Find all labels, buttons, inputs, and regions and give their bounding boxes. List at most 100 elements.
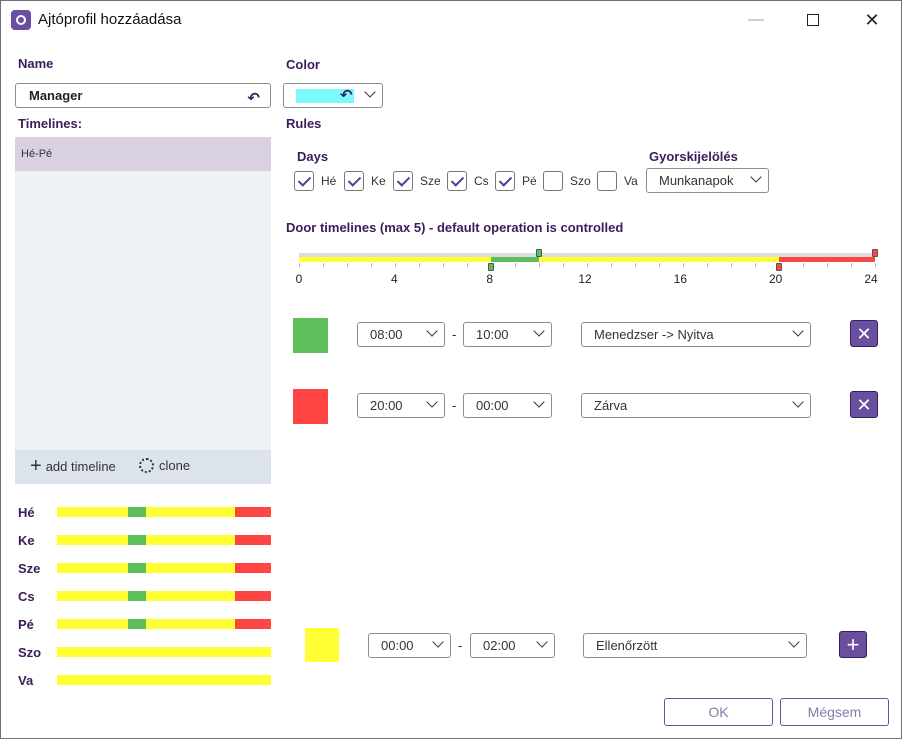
entry-from-select-value: 08:00 [370,327,403,342]
new-entry-from-select[interactable]: 00:00 [368,633,451,658]
day-bar-row: Cs [18,589,272,604]
timeline-handle[interactable] [776,263,782,271]
timeline-handle[interactable] [536,249,542,257]
name-label: Name [18,56,54,71]
day-bar-row: Pé [18,617,272,632]
checkbox-label: Va [624,174,638,188]
entry-to-select-value: 00:00 [476,398,509,413]
day-checkbox-3[interactable]: Cs [447,171,489,191]
list-item[interactable]: Hé-Pé [15,137,271,171]
day-bar-segment [128,507,147,517]
color-select[interactable]: ↶ [283,83,383,108]
day-bar [57,535,271,545]
checkbox[interactable] [495,171,515,191]
checkbox[interactable] [447,171,467,191]
day-bar-label: Pé [18,617,34,632]
day-bar-segment [128,591,147,601]
new-entry-color-swatch[interactable] [305,628,339,662]
door-timelines-label: Door timelines (max 5) - default operati… [286,220,624,235]
rules-label: Rules [286,116,322,131]
day-bar-label: Cs [18,589,35,604]
delete-entry-button[interactable]: ✕ [850,391,878,418]
day-checkbox-6[interactable]: Va [597,171,638,191]
ok-button[interactable]: OK [664,698,773,726]
add-timeline-button[interactable]: + add timeline [30,455,116,477]
day-checkbox-4[interactable]: Pé [495,171,537,191]
tick-label: 16 [673,272,688,286]
new-entry-mode-select[interactable]: Ellenőrzött [583,633,807,658]
ruler-segment [299,257,491,262]
delete-entry-button[interactable]: ✕ [850,320,878,347]
close-button[interactable]: ✕ [849,5,895,35]
maximize-button[interactable] [790,5,836,35]
chevron-down-icon [426,325,438,337]
day-bar-label: Hé [18,505,35,520]
add-entry-button[interactable]: + [839,631,867,658]
clone-label: clone [159,458,191,473]
day-checkbox-5[interactable]: Szo [543,171,591,191]
new-entry-to-select[interactable]: 02:00 [470,633,555,658]
ruler-tick [731,263,732,267]
day-bar-segment [146,507,236,517]
checkbox[interactable] [294,171,314,191]
quick-select-value: Munkanapok [659,173,734,188]
day-bar [57,591,271,601]
entry-mode-select[interactable]: Zárva [581,393,811,418]
chevron-down-icon [792,325,804,337]
clone-button[interactable]: clone [139,458,190,473]
entry-from-select[interactable]: 08:00 [357,322,445,347]
day-bar-segment [146,535,236,545]
day-checkbox-1[interactable]: Ke [344,171,386,191]
tick-label: 8 [486,272,493,286]
checkbox[interactable] [393,171,413,191]
checkbox-label: Ke [371,174,386,188]
cancel-button[interactable]: Mégsem [780,698,889,726]
ruler-tick [371,263,372,267]
day-bar-segment [235,507,271,517]
checkbox-label: Szo [570,174,591,188]
ruler-tick [395,263,396,267]
checkbox[interactable] [344,171,364,191]
name-input[interactable]: Manager ↶ [15,83,271,108]
checkbox[interactable] [543,171,563,191]
day-checkbox-0[interactable]: Hé [294,171,336,191]
undo-icon[interactable]: ↶ [247,87,260,110]
tick-label: 24 [864,272,878,286]
ruler-tick [707,263,708,267]
close-icon: ✕ [856,394,872,415]
checkbox[interactable] [597,171,617,191]
dialog-window: Ajtóprofil hozzáadása — ✕ Name Manager ↶… [0,0,902,739]
day-checkbox-2[interactable]: Sze [393,171,441,191]
clone-icon [139,458,154,473]
checkbox-label: Cs [474,174,489,188]
day-bar-segment [57,619,129,629]
day-bar-segment [128,563,147,573]
timeline-handle[interactable] [488,263,494,271]
quick-select-dropdown[interactable]: Munkanapok [646,168,769,193]
day-bar [57,619,271,629]
entry-color-swatch[interactable] [293,389,328,424]
tick-label: 0 [295,272,303,286]
undo-icon[interactable]: ↶ [340,86,353,104]
plus-icon: + [30,455,42,477]
entry-from-select-value: 20:00 [370,398,403,413]
timeline-handle[interactable] [872,249,878,257]
day-bar-segment [146,563,236,573]
entry-color-swatch[interactable] [293,318,328,353]
entry-to-select[interactable]: 00:00 [463,393,552,418]
ruler-tick [467,263,468,267]
quick-select-label: Gyorskijelölés [649,149,738,164]
minimize-button[interactable]: — [733,5,779,35]
timeline-ruler[interactable] [299,249,878,271]
day-bar [57,647,271,657]
ruler-tick [803,263,804,267]
ruler-tick [587,263,588,267]
days-label: Days [297,149,329,164]
day-bar [57,675,271,685]
ruler-tick [755,263,756,267]
entry-to-select[interactable]: 10:00 [463,322,552,347]
time-separator: - [452,327,457,342]
entry-mode-select[interactable]: Menedzser -> Nyitva [581,322,811,347]
entry-from-select[interactable]: 20:00 [357,393,445,418]
day-bar-segment [57,647,271,657]
